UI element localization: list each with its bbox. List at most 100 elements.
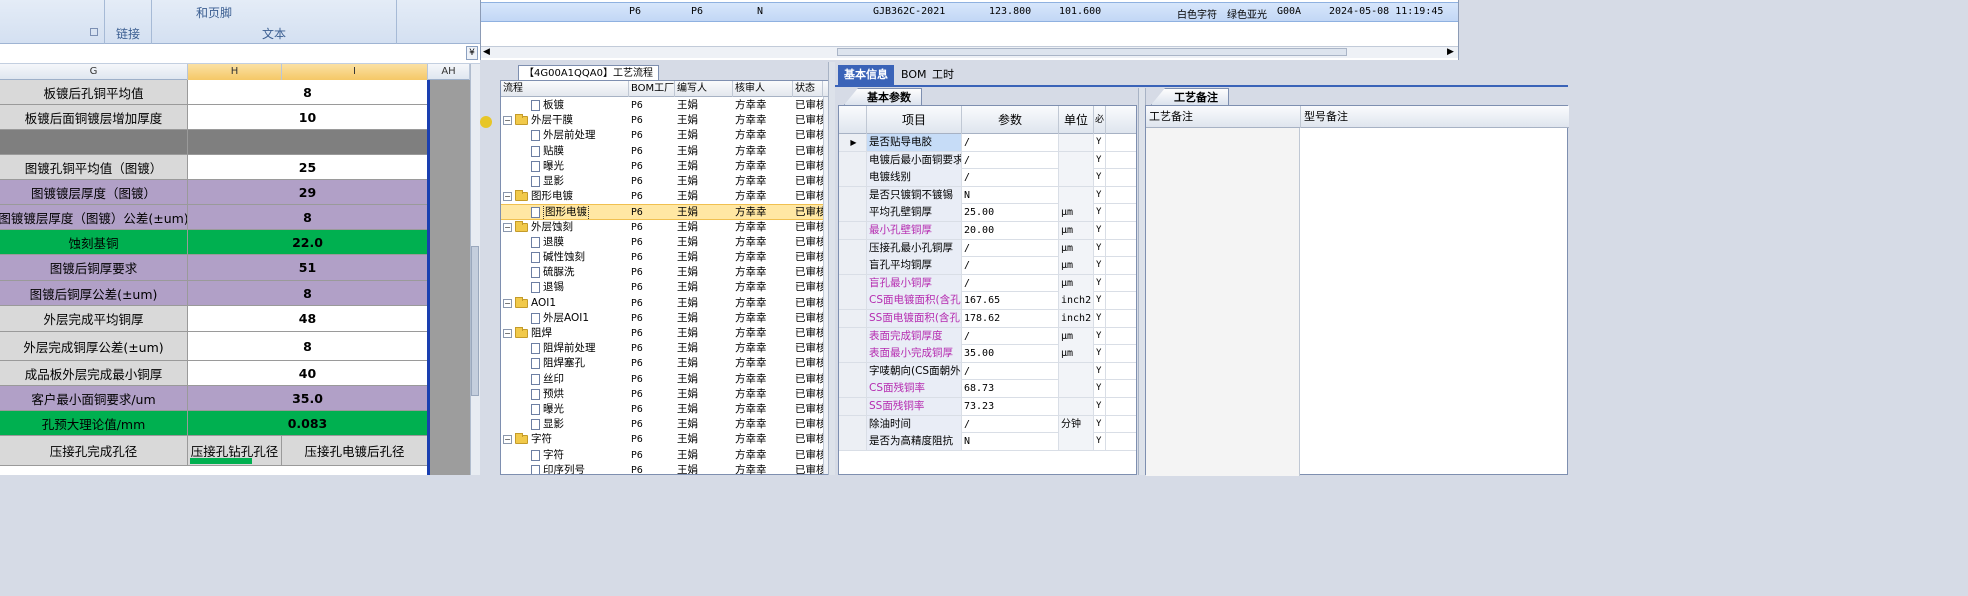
process-row[interactable]: − 字符 P6 王娟 方幸幸 已审核 <box>501 432 832 447</box>
process-row[interactable]: 硫脲洗 P6 王娟 方幸幸 已审核 <box>501 265 832 280</box>
row-indicator[interactable] <box>839 169 867 187</box>
process-row[interactable]: 贴膜 P6 王娟 方幸幸 已审核 <box>501 144 832 159</box>
param-value[interactable]: / <box>962 327 1059 345</box>
model-remarks-field[interactable] <box>1301 128 1567 474</box>
param-value[interactable]: 68.73 <box>962 380 1059 398</box>
row-indicator[interactable] <box>839 380 867 398</box>
collapse-toggle-icon[interactable]: − <box>503 116 512 126</box>
process-row[interactable]: 丝印 P6 王娟 方幸幸 已审核 <box>501 372 832 387</box>
process-row[interactable]: − 图形电镀 P6 王娟 方幸幸 已审核 <box>501 189 832 204</box>
param-value[interactable]: / <box>962 151 1059 169</box>
param-row[interactable]: 平均孔壁铜厚 25.00 μm Y <box>839 204 1136 222</box>
record-scroll-thumb[interactable] <box>837 48 1347 56</box>
sheet-label-cell[interactable]: 客户最小面铜要求/um <box>0 386 188 410</box>
collapse-toggle-icon[interactable]: − <box>503 435 512 445</box>
row-indicator[interactable] <box>839 186 867 204</box>
param-row[interactable]: 盲孔平均铜厚 / μm Y <box>839 257 1136 275</box>
selected-record-row[interactable]: P6 P6 N GJB362C-2021 123.800 101.600 白色字… <box>481 2 1459 22</box>
process-row[interactable]: 外层前处理 P6 王娟 方幸幸 已审核 <box>501 128 832 143</box>
col-header-unit[interactable]: 单位 <box>1059 106 1094 134</box>
process-row[interactable]: 阻焊前处理 P6 王娟 方幸幸 已审核 <box>501 341 832 356</box>
column-header-g[interactable]: G <box>0 64 188 80</box>
param-value[interactable]: / <box>962 415 1059 433</box>
formula-bar[interactable]: ¥ <box>0 44 480 64</box>
col-header-required[interactable]: 必 <box>1094 106 1106 134</box>
sheet-label-cell[interactable]: 板镀后面铜镀层增加厚度 <box>0 105 188 129</box>
process-row[interactable]: 显影 P6 王娟 方幸幸 已审核 <box>501 174 832 189</box>
sheet-label-cell[interactable]: 孔预大理论值/mm <box>0 411 188 435</box>
param-row[interactable]: SS面电镀面积(含孔) 178.62 inch2 Y <box>839 310 1136 328</box>
row-indicator[interactable] <box>839 327 867 345</box>
sheet-label-cell[interactable]: 蚀刻基铜 <box>0 230 188 254</box>
param-row[interactable]: CS面残铜率 68.73 Y <box>839 380 1136 398</box>
sheet-value-cell[interactable]: 8 <box>188 205 428 229</box>
sheet-label-cell[interactable]: 外层完成平均铜厚 <box>0 306 188 331</box>
row-indicator[interactable] <box>839 310 867 327</box>
sheet-value-cell[interactable]: 10 <box>188 105 428 129</box>
sheet-value-cell[interactable]: 0.083 <box>188 411 428 435</box>
process-row[interactable]: 阻焊塞孔 P6 王娟 方幸幸 已审核 <box>501 356 832 371</box>
sheet-label-cell[interactable]: 压接孔完成孔径 <box>0 436 188 465</box>
dialog-launcher-icon[interactable] <box>90 28 98 36</box>
row-indicator[interactable] <box>839 292 867 310</box>
sheet-label-cell[interactable]: 外层完成铜厚公差(±um) <box>0 332 188 360</box>
sheet-value-cell[interactable]: 22.0 <box>188 230 428 254</box>
process-row[interactable]: 板镀 P6 王娟 方幸幸 已审核 <box>501 98 832 113</box>
sheet-value-cell[interactable]: 40 <box>188 361 428 385</box>
process-row[interactable]: 曝光 P6 王娟 方幸幸 已审核 <box>501 159 832 174</box>
tab-basic-params[interactable]: 基本参数 <box>844 88 922 105</box>
row-indicator[interactable] <box>839 239 867 257</box>
row-indicator[interactable]: ▶ <box>839 134 867 151</box>
param-row[interactable]: CS面电镀面积(含孔) 167.65 inch2 Y <box>839 292 1136 310</box>
col-header-process-remarks[interactable]: 工艺备注 <box>1146 106 1301 128</box>
row-indicator[interactable] <box>839 274 867 292</box>
process-row[interactable]: 碱性蚀刻 P6 王娟 方幸幸 已审核 <box>501 250 832 265</box>
sheet-label-cell[interactable]: 板镀后孔铜平均值 <box>0 80 188 104</box>
sheet-label-cell[interactable]: 图镀后铜厚公差(±um) <box>0 281 188 305</box>
column-header-ah[interactable]: AH <box>428 64 470 80</box>
sheet-value-cell[interactable]: 8 <box>188 332 428 360</box>
param-value[interactable]: 25.00 <box>962 204 1059 222</box>
process-row[interactable]: − 阻焊 P6 王娟 方幸幸 已审核 <box>501 326 832 341</box>
process-row[interactable]: 外层AOI1 P6 王娟 方幸幸 已审核 <box>501 311 832 326</box>
process-row[interactable]: 印序列号 P6 王娟 方幸幸 已审核 <box>501 463 832 474</box>
col-header-param[interactable]: 参数 <box>962 106 1059 134</box>
sheet-value-cell[interactable]: 压接孔电镀后孔径 <box>282 436 428 465</box>
row-indicator[interactable] <box>839 151 867 169</box>
process-row[interactable]: − AOI1 P6 王娟 方幸幸 已审核 <box>501 296 832 311</box>
sheet-label-cell[interactable]: 图镀孔铜平均值（图镀） <box>0 155 188 179</box>
param-value[interactable]: / <box>962 362 1059 380</box>
param-value[interactable]: / <box>962 274 1059 292</box>
param-row[interactable]: 盲孔最小铜厚 / μm Y <box>839 274 1136 293</box>
collapse-toggle-icon[interactable]: − <box>503 192 512 202</box>
process-row[interactable]: − 外层蚀刻 P6 王娟 方幸幸 已审核 <box>501 220 832 235</box>
process-row[interactable]: 字符 P6 王娟 方幸幸 已审核 <box>501 448 832 463</box>
row-indicator[interactable] <box>839 222 867 239</box>
row-indicator[interactable] <box>839 362 867 380</box>
param-value[interactable]: / <box>962 257 1059 275</box>
process-row[interactable]: 退膜 P6 王娟 方幸幸 已审核 <box>501 235 832 250</box>
column-header-h[interactable]: H <box>188 64 282 80</box>
sheet-label-cell[interactable]: 图镀镀层厚度（图镀） <box>0 180 188 204</box>
param-row[interactable]: 表面完成铜厚度 / μm Y <box>839 327 1136 346</box>
scroll-right-arrow-icon[interactable]: ▶ <box>1447 47 1454 57</box>
sheet-value-cell[interactable]: 8 <box>188 80 428 104</box>
col-header-status[interactable]: 状态 <box>793 81 823 97</box>
param-row[interactable]: 表面最小完成铜厚 35.00 μm Y <box>839 345 1136 363</box>
collapse-toggle-icon[interactable]: − <box>503 298 512 308</box>
param-row[interactable]: 压接孔最小孔铜厚 / μm Y <box>839 239 1136 258</box>
col-header-item[interactable]: 项目 <box>867 106 962 134</box>
sheet-value-cell[interactable]: 48 <box>188 306 428 331</box>
header-footer-button[interactable]: 和页脚 <box>196 4 232 21</box>
param-value[interactable]: 167.65 <box>962 292 1059 310</box>
tab-work-hours[interactable]: 工时 <box>926 65 960 85</box>
collapse-toggle-icon[interactable]: − <box>503 222 512 232</box>
row-indicator[interactable] <box>839 204 867 222</box>
tab-basic-info[interactable]: 基本信息 <box>838 65 894 85</box>
param-row[interactable]: ▶ 是否贴导电胶 / Y <box>839 134 1136 152</box>
sheet-value-cell[interactable]: 8 <box>188 281 428 305</box>
process-row[interactable]: 退锡 P6 王娟 方幸幸 已审核 <box>501 280 832 295</box>
row-indicator[interactable] <box>839 398 867 415</box>
param-row[interactable]: 字唛朝向(CS面朝外) / Y <box>839 362 1136 381</box>
tab-process-flow[interactable]: 【4G00A1QQA0】工艺流程 <box>518 65 659 81</box>
